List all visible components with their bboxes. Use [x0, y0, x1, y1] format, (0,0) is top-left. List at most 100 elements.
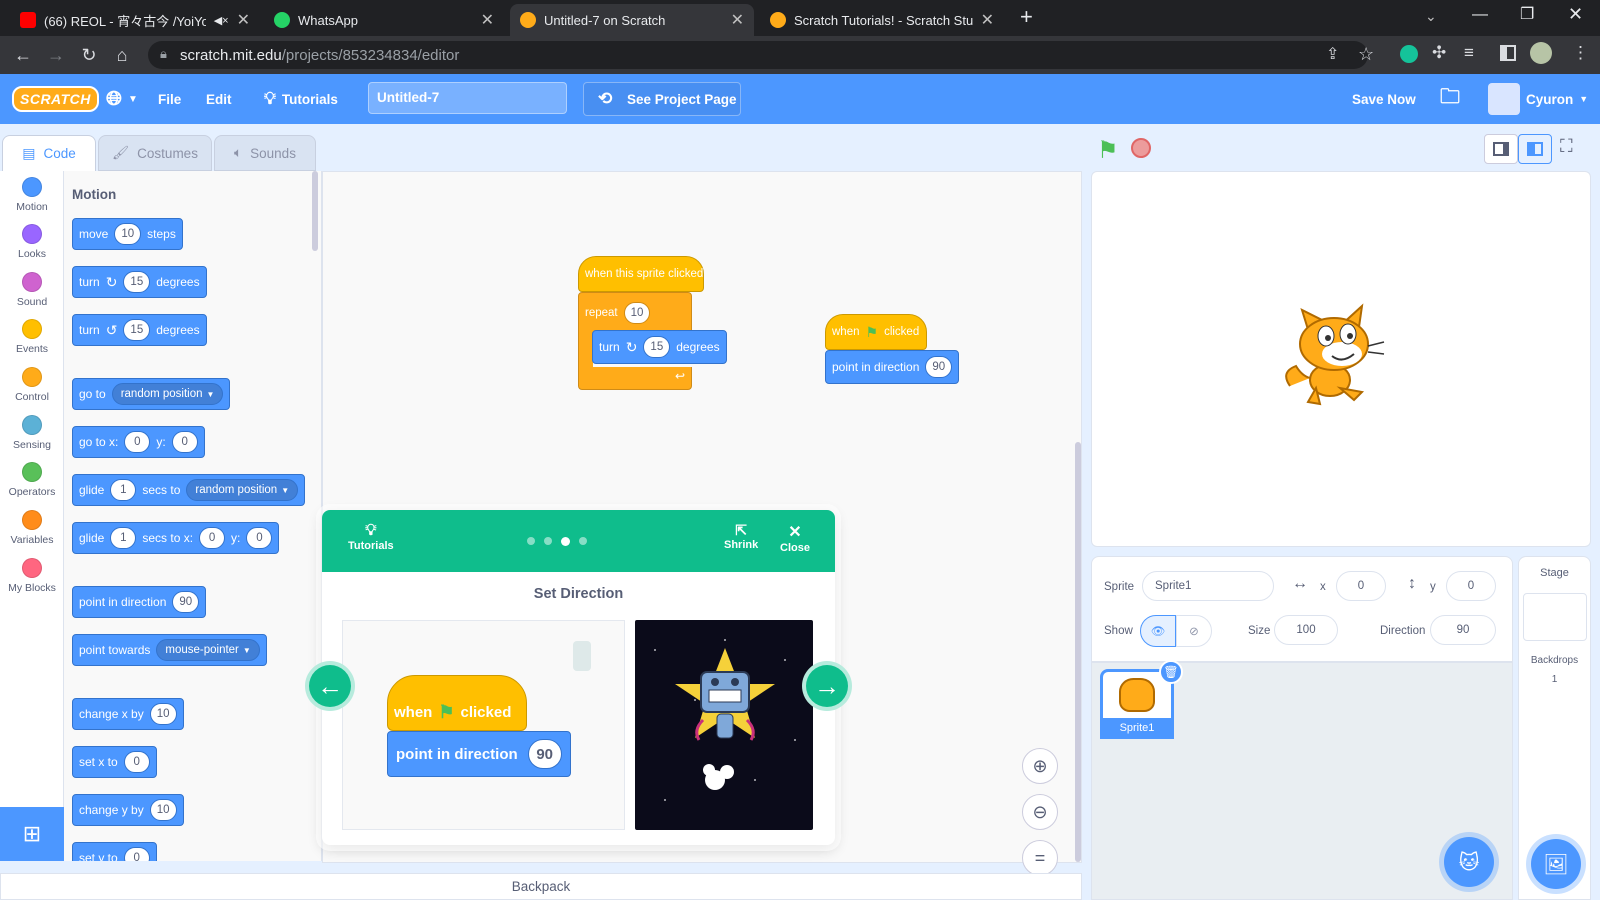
- normal-stage-button[interactable]: [1518, 134, 1552, 164]
- category-control[interactable]: Control: [0, 367, 64, 403]
- sprite-name-input[interactable]: Sprite1: [1142, 571, 1274, 601]
- browser-tab-whatsapp[interactable]: WhatsApp ✕: [264, 4, 504, 36]
- category-variables[interactable]: Variables: [0, 510, 64, 546]
- block-change-y[interactable]: change y by 10: [72, 794, 184, 826]
- browser-tab-youtube[interactable]: (66) REOL - 宵々古今 /YoiYoi ◀× ✕: [10, 4, 260, 36]
- size-input[interactable]: 100: [1274, 615, 1338, 645]
- block-number-input[interactable]: 90: [172, 591, 200, 613]
- block-number-input[interactable]: 1: [110, 479, 137, 501]
- shrink-button[interactable]: ⇱ Shrink: [724, 522, 758, 551]
- block-turn-right-script[interactable]: turn ↻ 15 degrees: [592, 330, 727, 364]
- block-set-x[interactable]: set x to 0: [72, 746, 157, 778]
- step-dot[interactable]: [579, 537, 587, 545]
- stage-canvas[interactable]: [1091, 171, 1591, 547]
- file-menu[interactable]: File: [158, 74, 181, 124]
- delete-sprite-button[interactable]: 🗑︎: [1159, 660, 1183, 684]
- x-position-input[interactable]: 0: [1336, 571, 1386, 601]
- bookmark-star-icon[interactable]: ☆: [1358, 44, 1374, 65]
- block-set-y[interactable]: set y to 0: [72, 842, 157, 861]
- block-point-in-direction[interactable]: point in direction 90: [72, 586, 207, 618]
- cat-sprite-icon[interactable]: [1282, 300, 1392, 410]
- zoom-out-button[interactable]: ⊖: [1022, 794, 1058, 830]
- block-turn-left[interactable]: turn ↺ 15 degrees: [72, 314, 207, 346]
- language-menu[interactable]: 🌐︎ ▼: [106, 74, 138, 124]
- reload-icon[interactable]: ↻: [78, 45, 100, 66]
- media-control-icon[interactable]: ≡: [1464, 43, 1474, 63]
- profile-avatar-icon[interactable]: [1530, 42, 1552, 64]
- scratch-logo[interactable]: SCRATCH: [12, 74, 99, 124]
- project-title-input[interactable]: Untitled-7: [368, 82, 567, 114]
- block-number-input[interactable]: 90: [925, 356, 953, 378]
- block-number-input[interactable]: 15: [643, 336, 671, 358]
- block-change-x[interactable]: change x by 10: [72, 698, 184, 730]
- tutorials-button[interactable]: 💡︎ Tutorials: [348, 522, 394, 552]
- share-icon[interactable]: ⇪: [1326, 44, 1339, 64]
- show-hidden-button[interactable]: ⊘: [1176, 615, 1212, 647]
- block-point-in-direction-script[interactable]: point in direction 90: [825, 350, 960, 384]
- tab-sounds[interactable]: 🔈︎ Sounds: [214, 135, 316, 171]
- close-tab-icon[interactable]: ✕: [981, 10, 994, 30]
- speaker-muted-icon[interactable]: ◀×: [214, 14, 229, 27]
- home-icon[interactable]: ⌂: [111, 45, 133, 66]
- tutorial-next-button[interactable]: →: [802, 661, 852, 711]
- category-sensing[interactable]: Sensing: [0, 415, 64, 451]
- stage-selector[interactable]: Stage Backdrops 1 🖼︎: [1518, 556, 1591, 900]
- category-my-blocks[interactable]: My Blocks: [0, 558, 64, 594]
- close-tutorial-button[interactable]: ✕ Close: [780, 522, 810, 554]
- block-point-towards[interactable]: point towards mouse-pointer ▼: [72, 634, 267, 666]
- block-number-input[interactable]: 10: [114, 223, 142, 245]
- browser-tab-scratch-studio[interactable]: Scratch Tutorials! - Scratch Studio ✕: [760, 4, 1004, 36]
- step-dot-active[interactable]: [561, 537, 570, 546]
- fullscreen-icon[interactable]: ⛶: [1560, 136, 1573, 157]
- tutorials-menu[interactable]: 💡︎ Tutorials: [264, 74, 338, 124]
- block-glide-to-xy[interactable]: glide 1 secs to x: 0 y: 0: [72, 522, 280, 554]
- block-turn-right[interactable]: turn ↻ 15 degrees: [72, 266, 207, 298]
- choose-backdrop-button[interactable]: 🖼︎: [1531, 839, 1581, 889]
- block-number-input[interactable]: 10: [149, 703, 177, 725]
- block-dropdown[interactable]: random position ▼: [111, 383, 224, 405]
- browser-tab-scratch-editor[interactable]: Untitled-7 on Scratch ✕: [510, 4, 754, 36]
- stop-sign-icon[interactable]: [1131, 138, 1151, 158]
- tutorial-previous-button[interactable]: ←: [305, 661, 355, 711]
- new-tab-icon[interactable]: +: [1020, 4, 1033, 30]
- side-panel-icon[interactable]: [1500, 45, 1516, 61]
- tab-search-icon[interactable]: ⌄: [1425, 8, 1437, 25]
- edit-menu[interactable]: Edit: [206, 74, 232, 124]
- forward-icon[interactable]: →: [45, 45, 67, 66]
- sprite-thumbnail-sprite1[interactable]: Sprite1 🗑︎: [1100, 660, 1183, 739]
- small-stage-button[interactable]: [1484, 134, 1518, 164]
- close-tab-icon[interactable]: ✕: [731, 10, 744, 30]
- close-window-icon[interactable]: ✕: [1568, 4, 1583, 25]
- close-tab-icon[interactable]: ✕: [481, 10, 494, 30]
- block-number-input[interactable]: 0: [123, 751, 150, 773]
- stage-thumbnail[interactable]: [1522, 593, 1587, 641]
- category-sound[interactable]: Sound: [0, 272, 64, 308]
- block-glide-to[interactable]: glide 1 secs to random position ▼: [72, 474, 306, 506]
- backpack-bar[interactable]: Backpack: [0, 873, 1082, 900]
- category-operators[interactable]: Operators: [0, 462, 64, 498]
- add-extension-button[interactable]: ⊞: [0, 807, 64, 861]
- browser-menu-icon[interactable]: ⋮: [1572, 43, 1589, 63]
- block-number-input[interactable]: 0: [199, 527, 226, 549]
- zoom-reset-button[interactable]: =: [1022, 840, 1058, 876]
- block-number-input[interactable]: 0: [124, 431, 151, 453]
- block-number-input[interactable]: 1: [110, 527, 137, 549]
- block-dropdown[interactable]: mouse-pointer ▼: [156, 639, 260, 661]
- hat-when-sprite-clicked[interactable]: when this sprite clicked: [578, 256, 704, 292]
- block-go-to[interactable]: go to random position ▼: [72, 378, 231, 410]
- block-go-to-xy[interactable]: go to x: 0 y: 0: [72, 426, 205, 458]
- save-now-button[interactable]: Save Now: [1352, 74, 1416, 124]
- block-number-input[interactable]: 10: [623, 302, 651, 324]
- restore-icon[interactable]: ❐: [1520, 4, 1534, 24]
- show-visible-button[interactable]: 👁︎: [1140, 615, 1176, 647]
- step-dot[interactable]: [544, 537, 552, 545]
- block-dropdown[interactable]: random position ▼: [186, 479, 299, 501]
- category-motion[interactable]: Motion: [0, 177, 64, 213]
- extensions-puzzle-icon[interactable]: ✣: [1432, 43, 1446, 63]
- close-tab-icon[interactable]: ✕: [237, 10, 250, 30]
- workspace-scrollbar[interactable]: [1075, 442, 1081, 862]
- palette-scrollbar[interactable]: [312, 171, 318, 251]
- block-number-input[interactable]: 0: [171, 431, 198, 453]
- step-dot[interactable]: [527, 537, 535, 545]
- y-position-input[interactable]: 0: [1446, 571, 1496, 601]
